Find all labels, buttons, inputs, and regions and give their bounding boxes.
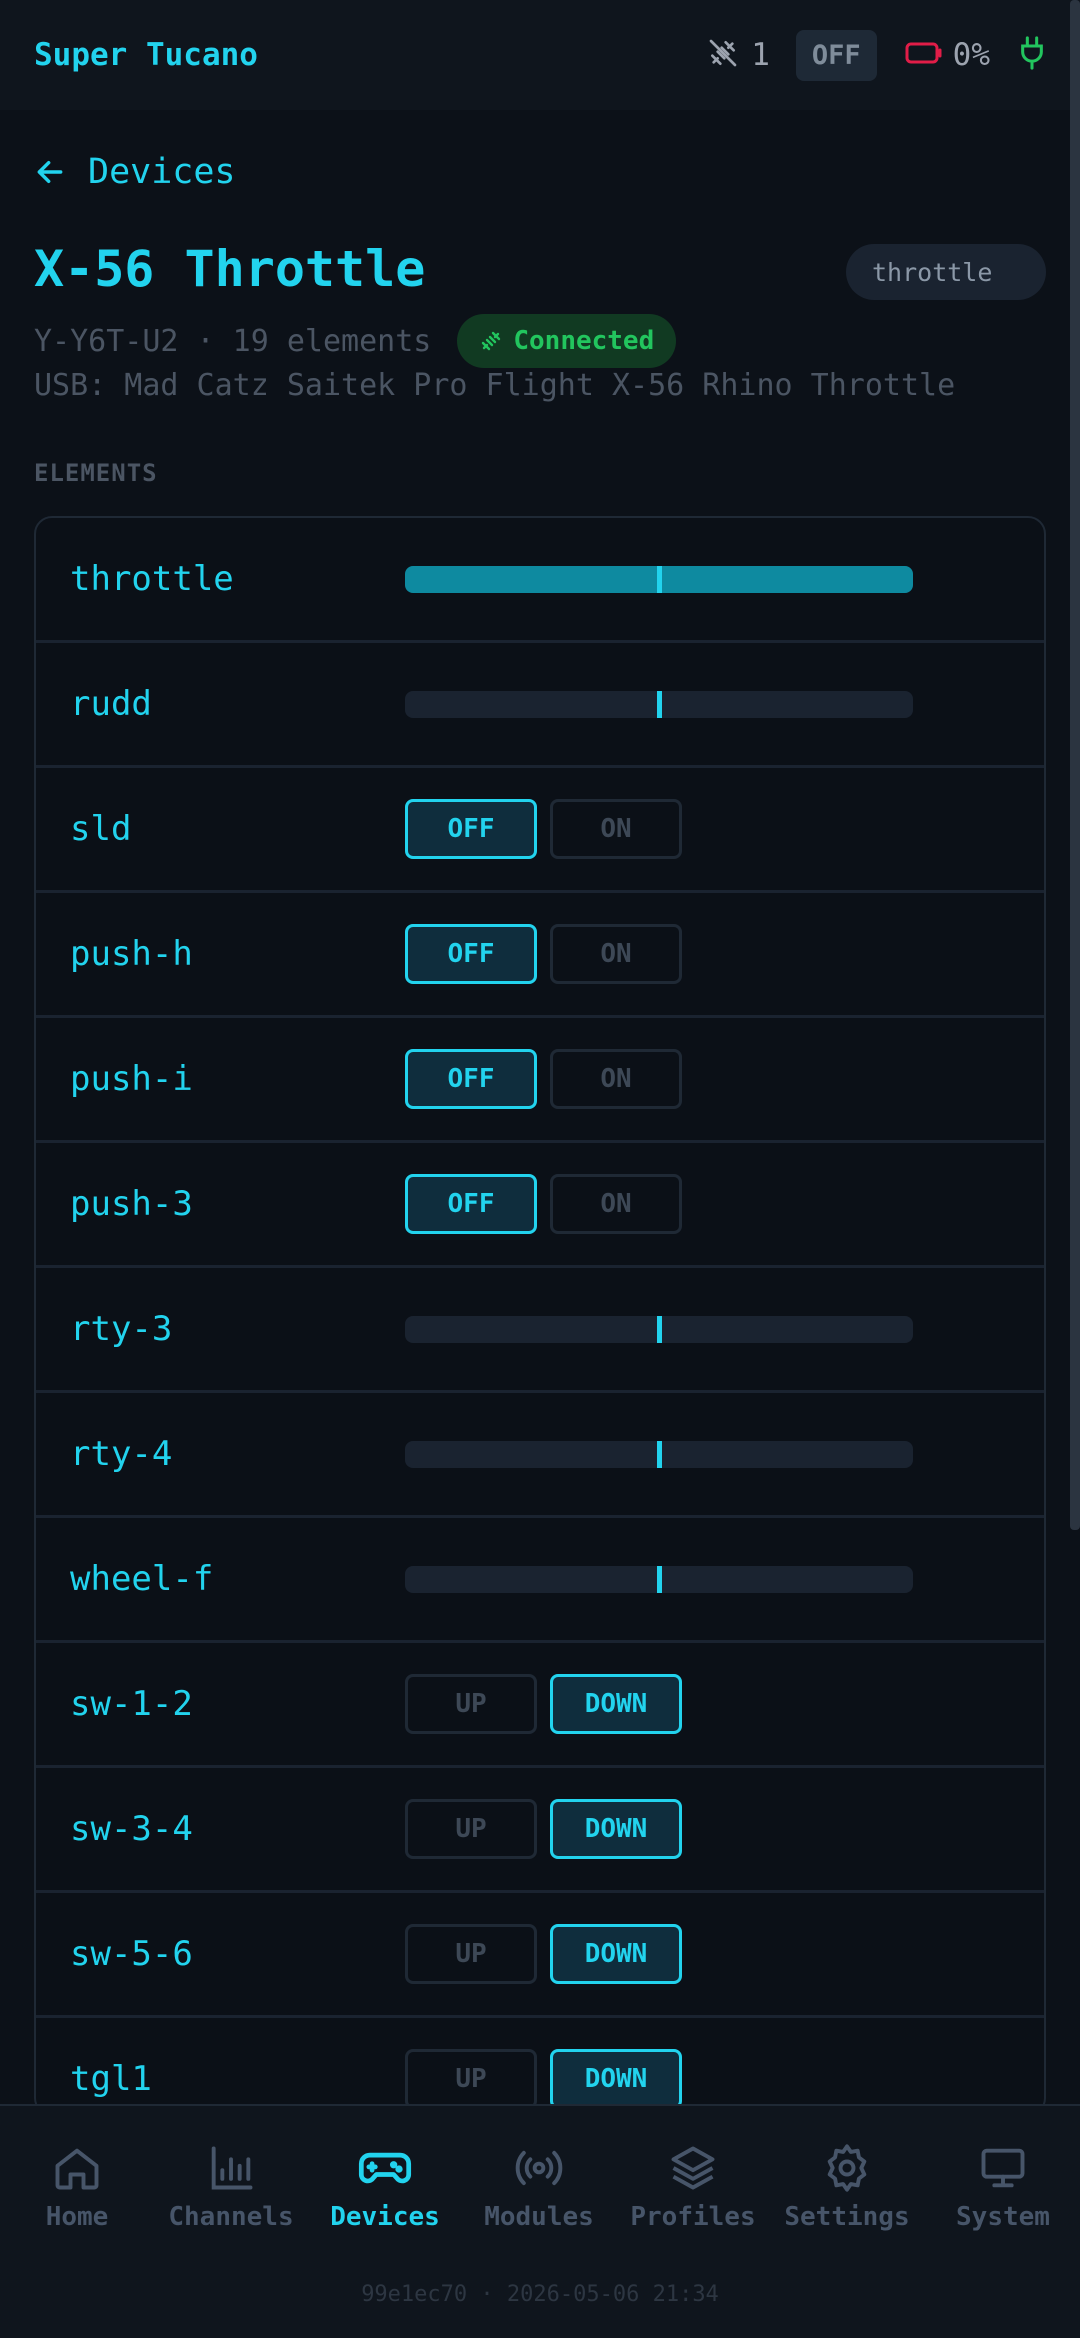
- axis-position-marker: [656, 690, 662, 718]
- element-name: throttle: [70, 559, 234, 599]
- nav-modules-label: Modules: [484, 2202, 594, 2232]
- back-label: Devices: [88, 152, 236, 192]
- arrow-left-icon: [37, 160, 63, 184]
- nav-home-label: Home: [45, 2202, 109, 2232]
- element-name: sw-1-2: [70, 1684, 193, 1724]
- element-name: push-3: [70, 1184, 193, 1224]
- link-count: 1: [751, 37, 770, 73]
- state-button-down[interactable]: DOWN: [550, 1799, 682, 1859]
- element-name: wheel-f: [70, 1559, 214, 1599]
- nav-devices[interactable]: Devices: [308, 2142, 462, 2252]
- state-button-up[interactable]: UP: [405, 1924, 537, 1984]
- layers-icon: [671, 2146, 715, 2190]
- plug-icon: [1018, 35, 1046, 75]
- link-icon: [482, 331, 501, 351]
- state-button-up[interactable]: UP: [405, 1799, 537, 1859]
- element-row: tgl1 UP DOWN: [36, 2018, 1044, 2114]
- state-button-on[interactable]: ON: [550, 1174, 682, 1234]
- state-button-down[interactable]: DOWN: [550, 1674, 682, 1734]
- state-button-up[interactable]: UP: [405, 1674, 537, 1734]
- state-button-on[interactable]: ON: [550, 799, 682, 859]
- nav-channels[interactable]: Channels: [154, 2142, 308, 2252]
- section-label: ELEMENTS: [34, 459, 158, 487]
- home-icon: [55, 2148, 99, 2190]
- element-row: push-i OFF ON: [36, 1018, 1044, 1143]
- nav-system-label: System: [956, 2202, 1050, 2232]
- device-meta: Y-Y6T-U2 · 19 elements Connected: [34, 314, 677, 368]
- usb-descriptor: USB: Mad Catz Saitek Pro Flight X-56 Rhi…: [34, 368, 956, 403]
- element-row: sw-3-4 UP DOWN: [36, 1768, 1044, 1893]
- back-link[interactable]: Devices: [34, 152, 236, 192]
- element-name: tgl1: [70, 2059, 152, 2099]
- nav-profiles-label: Profiles: [630, 2202, 756, 2232]
- element-row: push-h OFF ON: [36, 893, 1044, 1018]
- elements-panel: throttle rudd sld OFF ON push-h OFF ON push-i OFF…: [34, 516, 1046, 2116]
- element-row: sw-5-6 UP DOWN: [36, 1893, 1044, 2018]
- element-row: rty-4: [36, 1393, 1044, 1518]
- broadcast-icon: [515, 2150, 563, 2186]
- nav-system[interactable]: System: [926, 2142, 1080, 2252]
- gamepad-icon: [358, 2152, 412, 2184]
- scrollbar[interactable]: [1070, 0, 1080, 1530]
- state-button-off[interactable]: OFF: [405, 1049, 537, 1109]
- element-row: sw-1-2 UP DOWN: [36, 1643, 1044, 1768]
- connection-badge: Connected: [457, 314, 677, 368]
- state-button-on[interactable]: ON: [550, 924, 682, 984]
- build-footer: 99e1ec70 · 2026-05-06 21:34: [361, 2282, 719, 2307]
- element-name: rty-4: [70, 1434, 173, 1474]
- device-title: X-56 Throttle: [34, 240, 426, 298]
- state-button-off[interactable]: OFF: [405, 1174, 537, 1234]
- element-row: sld OFF ON: [36, 768, 1044, 893]
- axis-bar: [405, 690, 913, 718]
- state-button-down[interactable]: DOWN: [550, 1924, 682, 1984]
- mode-badge[interactable]: OFF: [795, 29, 877, 81]
- app-title: Super Tucano: [34, 37, 258, 73]
- battery-icon: [905, 40, 943, 70]
- nav-home[interactable]: Home: [0, 2142, 154, 2252]
- gear-icon: [827, 2144, 867, 2192]
- nav-devices-label: Devices: [330, 2202, 440, 2232]
- element-name: push-h: [70, 934, 193, 974]
- element-name: rudd: [70, 684, 152, 724]
- state-button-down[interactable]: DOWN: [550, 2049, 682, 2109]
- axis-position-marker: [656, 1565, 662, 1593]
- status-indicators: 1 OFF 0%: [707, 29, 1046, 81]
- axis-bar: [405, 1565, 913, 1593]
- state-button-off[interactable]: OFF: [405, 799, 537, 859]
- nav-profiles[interactable]: Profiles: [616, 2142, 770, 2252]
- element-name: sld: [70, 809, 132, 849]
- device-type-pill: throttle: [846, 244, 1046, 300]
- link-icon: [707, 37, 739, 73]
- element-name: rty-3: [70, 1309, 173, 1349]
- axis-position-marker: [656, 565, 662, 593]
- bar-chart-icon: [211, 2146, 253, 2190]
- nav-channels-label: Channels: [168, 2202, 294, 2232]
- nav-settings[interactable]: Settings: [770, 2142, 924, 2252]
- connection-label: Connected: [513, 326, 655, 356]
- axis-bar: [405, 1440, 913, 1468]
- axis-bar: [405, 565, 913, 593]
- nav-settings-label: Settings: [784, 2202, 910, 2232]
- battery-percent: 0%: [952, 37, 990, 73]
- element-row: rudd: [36, 643, 1044, 768]
- monitor-icon: [981, 2148, 1025, 2188]
- axis-position-marker: [656, 1440, 662, 1468]
- state-button-off[interactable]: OFF: [405, 924, 537, 984]
- axis-bar: [405, 1315, 913, 1343]
- element-row: rty-3: [36, 1268, 1044, 1393]
- device-meta-text: Y-Y6T-U2 · 19 elements: [34, 323, 432, 359]
- element-row: throttle: [36, 518, 1044, 643]
- element-row: wheel-f: [36, 1518, 1044, 1643]
- element-row: push-3 OFF ON: [36, 1143, 1044, 1268]
- state-button-on[interactable]: ON: [550, 1049, 682, 1109]
- element-name: sw-5-6: [70, 1934, 193, 1974]
- element-name: sw-3-4: [70, 1809, 193, 1849]
- nav-modules[interactable]: Modules: [462, 2142, 616, 2252]
- axis-position-marker: [656, 1315, 662, 1343]
- top-bar: Super Tucano 1 OFF 0%: [0, 0, 1080, 110]
- element-name: push-i: [70, 1059, 193, 1099]
- state-button-up[interactable]: UP: [405, 2049, 537, 2109]
